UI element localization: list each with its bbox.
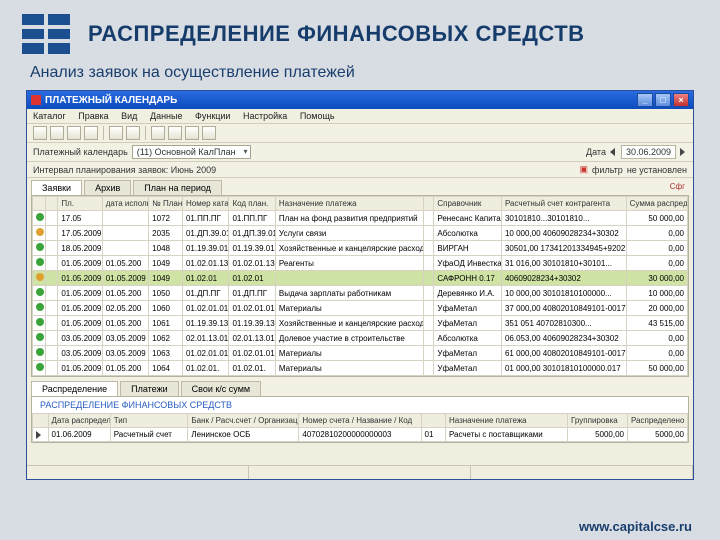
- table-row[interactable]: 01.05.200901.05.200104901.02.01.1301.02.…: [33, 256, 688, 271]
- interval-label: Интервал планирования заявок: Июнь 2009: [33, 165, 216, 175]
- period-label: Платежный календарь: [33, 147, 128, 157]
- menu-item[interactable]: Каталог: [33, 111, 66, 121]
- date-label: Дата: [586, 147, 606, 157]
- tab-archive[interactable]: Архив: [84, 180, 131, 195]
- minimize-button[interactable]: _: [637, 93, 653, 107]
- expand-icon[interactable]: [36, 431, 41, 439]
- menu-item[interactable]: Функции: [195, 111, 230, 121]
- column-header[interactable]: [423, 197, 434, 211]
- filter-icon[interactable]: ▣: [580, 164, 589, 175]
- maximize-button[interactable]: □: [655, 93, 671, 107]
- toolbar-icon[interactable]: [202, 126, 216, 140]
- prev-date-icon[interactable]: [610, 148, 615, 156]
- column-header[interactable]: Банк / Расч.счет / Организация: [188, 414, 299, 428]
- menubar: Каталог Правка Вид Данные Функции Настро…: [27, 109, 693, 124]
- brand-logo: [22, 14, 70, 54]
- toolbar-icon[interactable]: [126, 126, 140, 140]
- table-row[interactable]: 01.05.200901.05.200105001.ДП.ПГ01.ДП.ПГВ…: [33, 286, 688, 301]
- table-row[interactable]: 01.05.200901.05.200106101.19.39.1301.19.…: [33, 316, 688, 331]
- column-header[interactable]: [45, 197, 58, 211]
- next-date-icon[interactable]: [680, 148, 685, 156]
- footer-url: www.capitalcse.ru: [579, 519, 692, 534]
- column-header[interactable]: Дата распределения: [48, 414, 110, 428]
- status-dot-icon: [36, 228, 44, 236]
- main-grid[interactable]: Пл.дата исполн.№ ПлановыйНомер каталожн.…: [31, 195, 689, 377]
- column-header[interactable]: дата исполн.: [102, 197, 148, 211]
- tab-distribution[interactable]: Распределение: [31, 381, 118, 396]
- section-title: РАСПРЕДЕЛЕНИЕ ФИНАНСОВЫХ СРЕДСТВ: [31, 396, 689, 413]
- column-header[interactable]: Номер счета / Название / Код: [299, 414, 421, 428]
- tab-sums[interactable]: Свои к/с сумм: [181, 381, 261, 396]
- table-row[interactable]: 17.05.2009203501.ДП.39.0101.ДП.39.01Услу…: [33, 226, 688, 241]
- date-field[interactable]: 30.06.2009: [621, 145, 676, 159]
- status-dot-icon: [36, 348, 44, 356]
- toolbar-icon[interactable]: [84, 126, 98, 140]
- tab-requests[interactable]: Заявки: [31, 180, 82, 195]
- slide-subtitle: Анализ заявок на осуществление платежей: [0, 58, 720, 90]
- status-dot-icon: [36, 243, 44, 251]
- tabs-bottom: Распределение Платежи Свои к/с сумм: [27, 377, 693, 396]
- column-header[interactable]: Назначение платежа: [445, 414, 567, 428]
- window-titlebar: ПЛАТЕЖНЫЙ КАЛЕНДАРЬ _ □ ×: [27, 91, 693, 109]
- column-header[interactable]: Группировка: [568, 414, 628, 428]
- toolbar-icon[interactable]: [185, 126, 199, 140]
- column-header[interactable]: Сумма распределения: [626, 197, 687, 211]
- tab-plan[interactable]: План на период: [133, 180, 222, 195]
- column-header[interactable]: [421, 414, 445, 428]
- status-dot-icon: [36, 258, 44, 266]
- sub-grid[interactable]: Дата распределенияТипБанк / Расч.счет / …: [31, 413, 689, 443]
- app-window: ПЛАТЕЖНЫЙ КАЛЕНДАРЬ _ □ × Каталог Правка…: [26, 90, 694, 480]
- menu-item[interactable]: Помощь: [300, 111, 335, 121]
- period-combo[interactable]: (11) Основной КалПлан: [132, 145, 251, 159]
- toolbar-icon[interactable]: [33, 126, 47, 140]
- column-header[interactable]: Пл.: [58, 197, 102, 211]
- toolbar-icon[interactable]: [109, 126, 123, 140]
- column-header[interactable]: [33, 197, 46, 211]
- column-header[interactable]: Код план.: [229, 197, 275, 211]
- slide-title: РАСПРЕДЕЛЕНИЕ ФИНАНСОВЫХ СРЕДСТВ: [88, 21, 585, 47]
- table-row[interactable]: 01.05.200901.05.2009104901.02.0101.02.01…: [33, 271, 688, 286]
- menu-item[interactable]: Настройка: [243, 111, 287, 121]
- status-dot-icon: [36, 213, 44, 221]
- column-header[interactable]: Распределено: [627, 414, 687, 428]
- toolbar: [27, 124, 693, 143]
- toolbar-icon[interactable]: [168, 126, 182, 140]
- filter-label: фильтр: [592, 165, 623, 175]
- table-row[interactable]: 01.05.200902.05.200106001.02.01.0101.02.…: [33, 301, 688, 316]
- status-dot-icon: [36, 363, 44, 371]
- table-row[interactable]: 01.05.200901.05.200106401.02.01.01.02.01…: [33, 361, 688, 376]
- column-header[interactable]: Тип: [110, 414, 188, 428]
- column-header[interactable]: Назначение платежа: [275, 197, 423, 211]
- status-dot-icon: [36, 303, 44, 311]
- window-title: ПЛАТЕЖНЫЙ КАЛЕНДАРЬ: [45, 95, 177, 106]
- statusbar: [27, 465, 693, 479]
- column-header[interactable]: Расчетный счет контрагента: [501, 197, 626, 211]
- table-row[interactable]: 03.05.200903.05.2009106301.02.01.0101.02…: [33, 346, 688, 361]
- toolbar-icon[interactable]: [67, 126, 81, 140]
- close-button[interactable]: ×: [673, 93, 689, 107]
- column-header[interactable]: Номер каталожн.: [182, 197, 228, 211]
- toolbar-icon[interactable]: [151, 126, 165, 140]
- status-dot-icon: [36, 333, 44, 341]
- filter-value: не установлен: [627, 165, 687, 175]
- tabs-top: Заявки Архив План на период Сфг: [27, 178, 693, 195]
- column-header[interactable]: Справочник: [434, 197, 502, 211]
- status-dot-icon: [36, 288, 44, 296]
- column-header[interactable]: № Плановый: [149, 197, 183, 211]
- table-row[interactable]: 17.05107201.ПП.ПГ01.ПП.ПГПлан на фонд ра…: [33, 211, 688, 226]
- table-row[interactable]: 18.05.2009104801.19.39.0101.19.39.01Хозя…: [33, 241, 688, 256]
- menu-item[interactable]: Вид: [121, 111, 137, 121]
- cfg-badge: Сфг: [666, 180, 689, 195]
- menu-item[interactable]: Правка: [78, 111, 108, 121]
- column-header[interactable]: [33, 414, 49, 428]
- toolbar-icon[interactable]: [50, 126, 64, 140]
- menu-item[interactable]: Данные: [150, 111, 183, 121]
- table-row[interactable]: 03.05.200903.05.2009106202.01.13.0102.01…: [33, 331, 688, 346]
- table-row: 01.06.2009 Расчетный счет Ленинское ОСБ …: [33, 428, 688, 442]
- status-dot-icon: [36, 318, 44, 326]
- tab-payments[interactable]: Платежи: [120, 381, 179, 396]
- app-icon: [31, 95, 41, 105]
- status-dot-icon: [36, 273, 44, 281]
